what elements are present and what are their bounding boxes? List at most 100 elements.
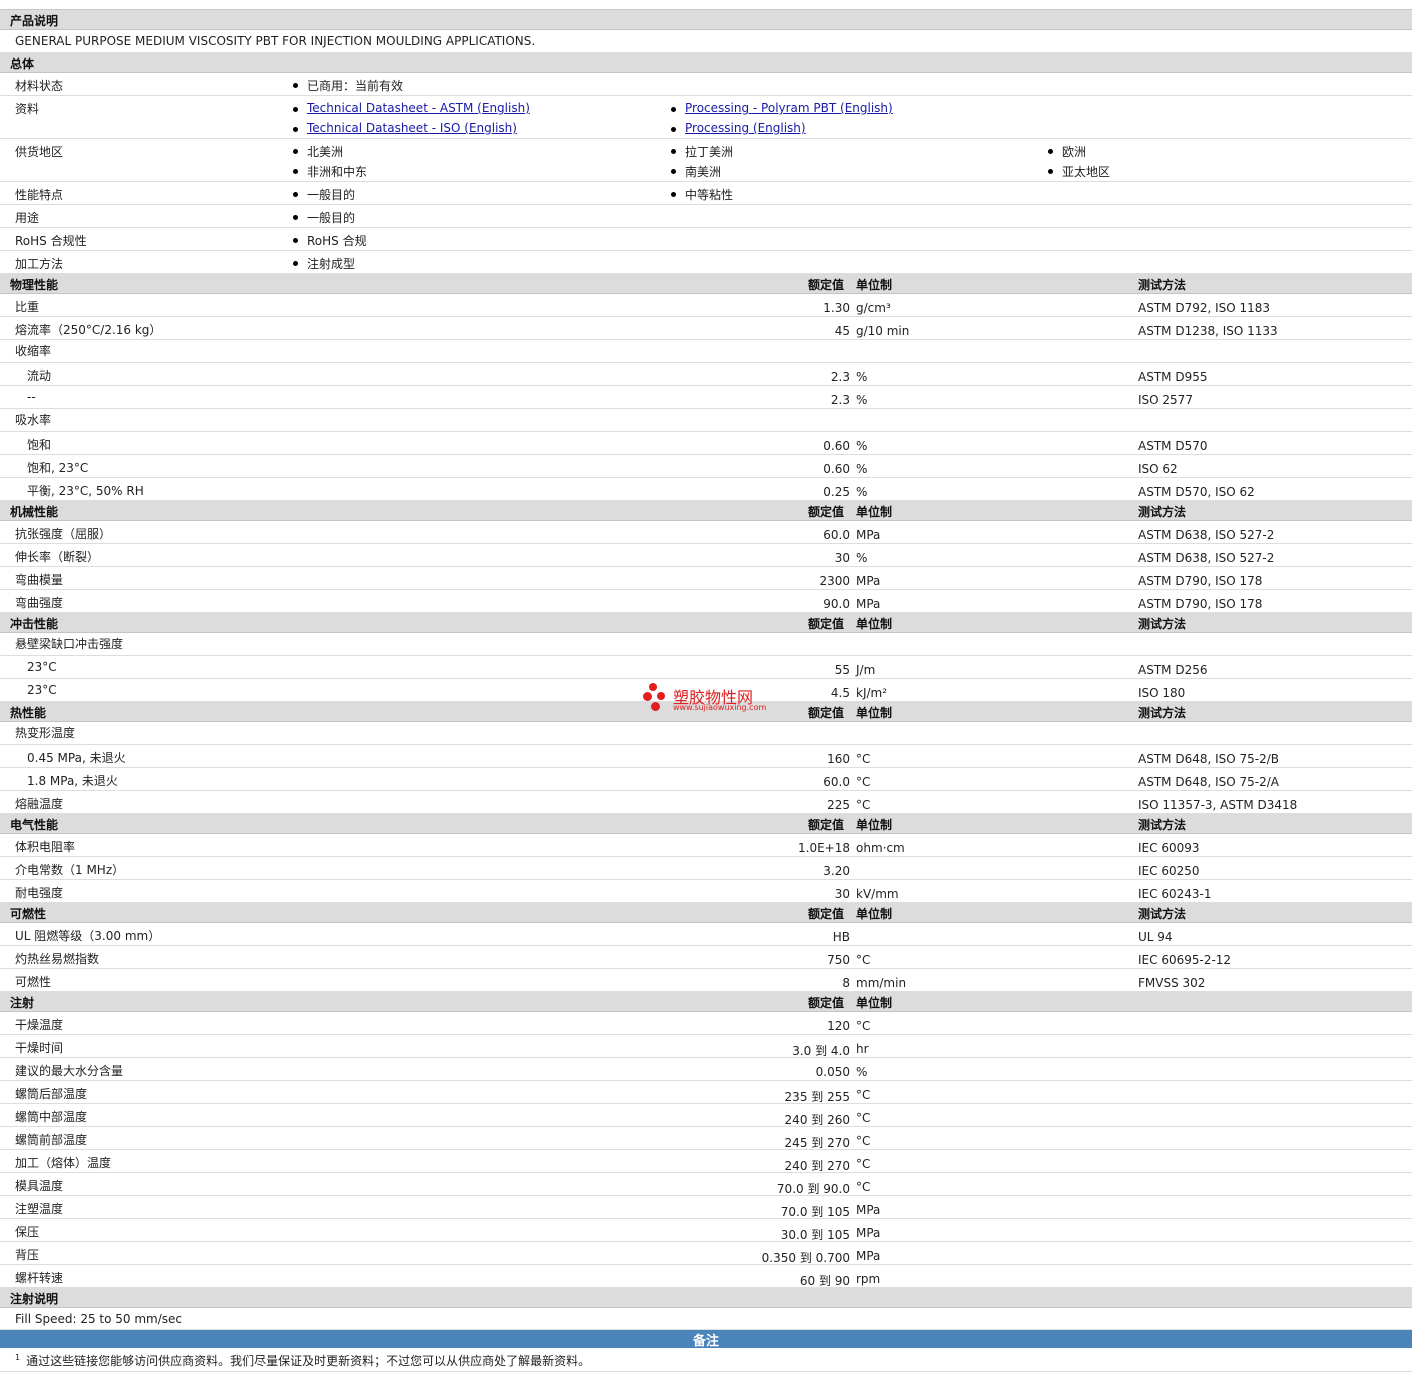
- test-method: IEC 60695-2-12: [1138, 953, 1232, 967]
- product-description-row: GENERAL PURPOSE MEDIUM VISCOSITY PBT FOR…: [0, 30, 1412, 53]
- test-method: ISO 2577: [1138, 393, 1193, 407]
- col-nominal-header: 额定值: [808, 278, 845, 292]
- property-label: 介电常数（1 MHz）: [15, 863, 125, 877]
- col-method-header: 测试方法: [1138, 706, 1187, 720]
- property-label: 可燃性: [15, 975, 52, 989]
- col-nominal-header: 额定值: [808, 617, 845, 631]
- property-unit: hr: [856, 1042, 869, 1056]
- document-link[interactable]: Technical Datasheet - ASTM (English): [307, 101, 530, 115]
- property-row: 螺筒中部温度 240 到 260 °C: [0, 1104, 1412, 1127]
- property-label: 23°C: [27, 660, 57, 674]
- property-unit: °C: [856, 1019, 871, 1033]
- test-method: ASTM D648, ISO 75-2/A: [1138, 775, 1279, 789]
- property-value: 90.0: [823, 597, 850, 611]
- bullet-text: 欧洲: [1062, 145, 1087, 159]
- property-row: 灼热丝易燃指数 750 °C IEC 60695-2-12: [0, 946, 1412, 969]
- section-header: 冲击性能 额定值 单位制 测试方法: [0, 613, 1412, 633]
- property-value: 0.60: [823, 462, 850, 476]
- property-unit: °C: [856, 953, 871, 967]
- property-row: 23°C 55 J/m ASTM D256: [0, 656, 1412, 679]
- property-row: 可燃性 8 mm/min FMVSS 302: [0, 969, 1412, 992]
- section-header: 物理性能 额定值 单位制 测试方法: [0, 274, 1412, 294]
- section-header: 总体: [0, 53, 1412, 73]
- notes-title: 备注: [692, 1334, 719, 1349]
- property-row: 悬壁梁缺口冲击强度: [0, 633, 1412, 656]
- col-unit-header: 单位制: [856, 706, 893, 720]
- property-value: 60.0: [823, 528, 850, 542]
- bullet-item: RoHS 合规: [293, 232, 367, 249]
- property-label: 流动: [27, 369, 52, 383]
- regions-row: 供货地区 北美洲 拉丁美洲 欧洲 非洲和中东 南美洲 亚太地区: [0, 139, 1412, 182]
- property-unit: rpm: [856, 1272, 881, 1286]
- section-header: 可燃性 额定值 单位制 测试方法: [0, 903, 1412, 923]
- property-unit: J/m: [856, 663, 876, 677]
- col-nominal-header: 额定值: [808, 706, 845, 720]
- test-method: ISO 11357-3, ASTM D3418: [1138, 798, 1298, 812]
- property-label: 饱和: [27, 438, 52, 452]
- property-unit: °C: [856, 1088, 871, 1102]
- document-link-item: Processing (English): [671, 121, 806, 135]
- documents-row: 资料 Technical Datasheet - ASTM (English) Pr…: [0, 96, 1412, 139]
- property-unit: °C: [856, 1180, 871, 1194]
- property-unit: g/10 min: [856, 324, 910, 338]
- test-method: ASTM D1238, ISO 1133: [1138, 324, 1278, 338]
- property-value: 2300: [819, 574, 850, 588]
- section-header: 机械性能 额定值 单位制 测试方法: [0, 501, 1412, 521]
- test-method: UL 94: [1138, 930, 1173, 944]
- property-label: --: [27, 390, 36, 404]
- property-row: 熔流率（250°C/2.16 kg） 45 g/10 min ASTM D1238, …: [0, 317, 1412, 340]
- document-link[interactable]: Technical Datasheet - ISO (English): [307, 121, 517, 135]
- property-label: 用途: [15, 211, 40, 225]
- section-title: 总体: [10, 57, 35, 71]
- col-unit-header: 单位制: [856, 996, 893, 1010]
- col-unit-header: 单位制: [856, 907, 893, 921]
- property-unit: %: [856, 393, 868, 407]
- property-unit: °C: [856, 775, 871, 789]
- property-row: 热变形温度: [0, 722, 1412, 745]
- test-method: ASTM D638, ISO 527-2: [1138, 551, 1275, 565]
- document-link[interactable]: Processing (English): [685, 121, 806, 135]
- section-title: 可燃性: [10, 907, 47, 921]
- test-method: ASTM D790, ISO 178: [1138, 574, 1263, 588]
- property-label: 螺筒中部温度: [15, 1110, 88, 1124]
- test-method: ISO 62: [1138, 462, 1178, 476]
- property-value: 4.5: [830, 686, 850, 700]
- test-method: ASTM D648, ISO 75-2/B: [1138, 752, 1280, 766]
- property-value: 1.30: [823, 301, 850, 315]
- property-row: 耐电强度 30 kV/mm IEC 60243-1: [0, 880, 1412, 903]
- property-unit: kJ/m²: [856, 686, 888, 700]
- col-method-header: 测试方法: [1138, 907, 1187, 921]
- notes-row: 1 通过这些链接您能够访问供应商资料。我们尽量保证及时更新资料；不过您可以从供应商…: [0, 1348, 1412, 1372]
- property-row: 螺杆转速 60 到 90 rpm: [0, 1265, 1412, 1288]
- property-row: 体积电阻率 1.0E+18 ohm·cm IEC 60093: [0, 834, 1412, 857]
- property-label: 干燥时间: [15, 1041, 64, 1055]
- property-label: 螺筒后部温度: [15, 1087, 88, 1101]
- property-value: 235 到 255: [784, 1090, 850, 1104]
- section-title: 注射: [10, 996, 35, 1010]
- test-method: IEC 60250: [1138, 864, 1200, 878]
- test-method: ASTM D570, ISO 62: [1138, 485, 1255, 499]
- document-link[interactable]: Processing - Polyram PBT (English): [685, 101, 893, 115]
- property-row: 平衡, 23°C, 50% RH 0.25% ASTM D570, ISO 62: [0, 478, 1412, 501]
- property-row: 1.8 MPa, 未退火 60.0 °C ASTM D648, ISO 75-2/A: [0, 768, 1412, 791]
- test-method: ASTM D790, ISO 178: [1138, 597, 1263, 611]
- property-value: 3.0 到 4.0: [792, 1044, 850, 1058]
- property-label: 干燥温度: [15, 1018, 64, 1032]
- col-unit-header: 单位制: [856, 617, 893, 631]
- property-row: 干燥温度 120 °C: [0, 1012, 1412, 1035]
- property-label: 背压: [15, 1248, 40, 1262]
- property-label: 熔流率（250°C/2.16 kg）: [15, 323, 162, 337]
- property-value: 55: [834, 663, 850, 677]
- property-row: 螺筒后部温度 235 到 255 °C: [0, 1081, 1412, 1104]
- watermark-dot: [649, 683, 657, 691]
- property-value: 30.0 到 105: [780, 1228, 850, 1242]
- footnote-marker: 1: [15, 1353, 21, 1362]
- bullet-text: 南美洲: [685, 165, 722, 179]
- bullet-item: 一般目的: [292, 186, 355, 203]
- property-label: 注塑温度: [15, 1202, 64, 1216]
- property-label: 保压: [15, 1225, 40, 1239]
- document-link-item: Technical Datasheet - ISO (English): [293, 121, 517, 135]
- property-label: 饱和, 23°C: [27, 461, 89, 475]
- property-row: 饱和, 23°C 0.60% ISO 62: [0, 455, 1412, 478]
- rohs-row: RoHS 合规性 RoHS 合规: [0, 228, 1412, 251]
